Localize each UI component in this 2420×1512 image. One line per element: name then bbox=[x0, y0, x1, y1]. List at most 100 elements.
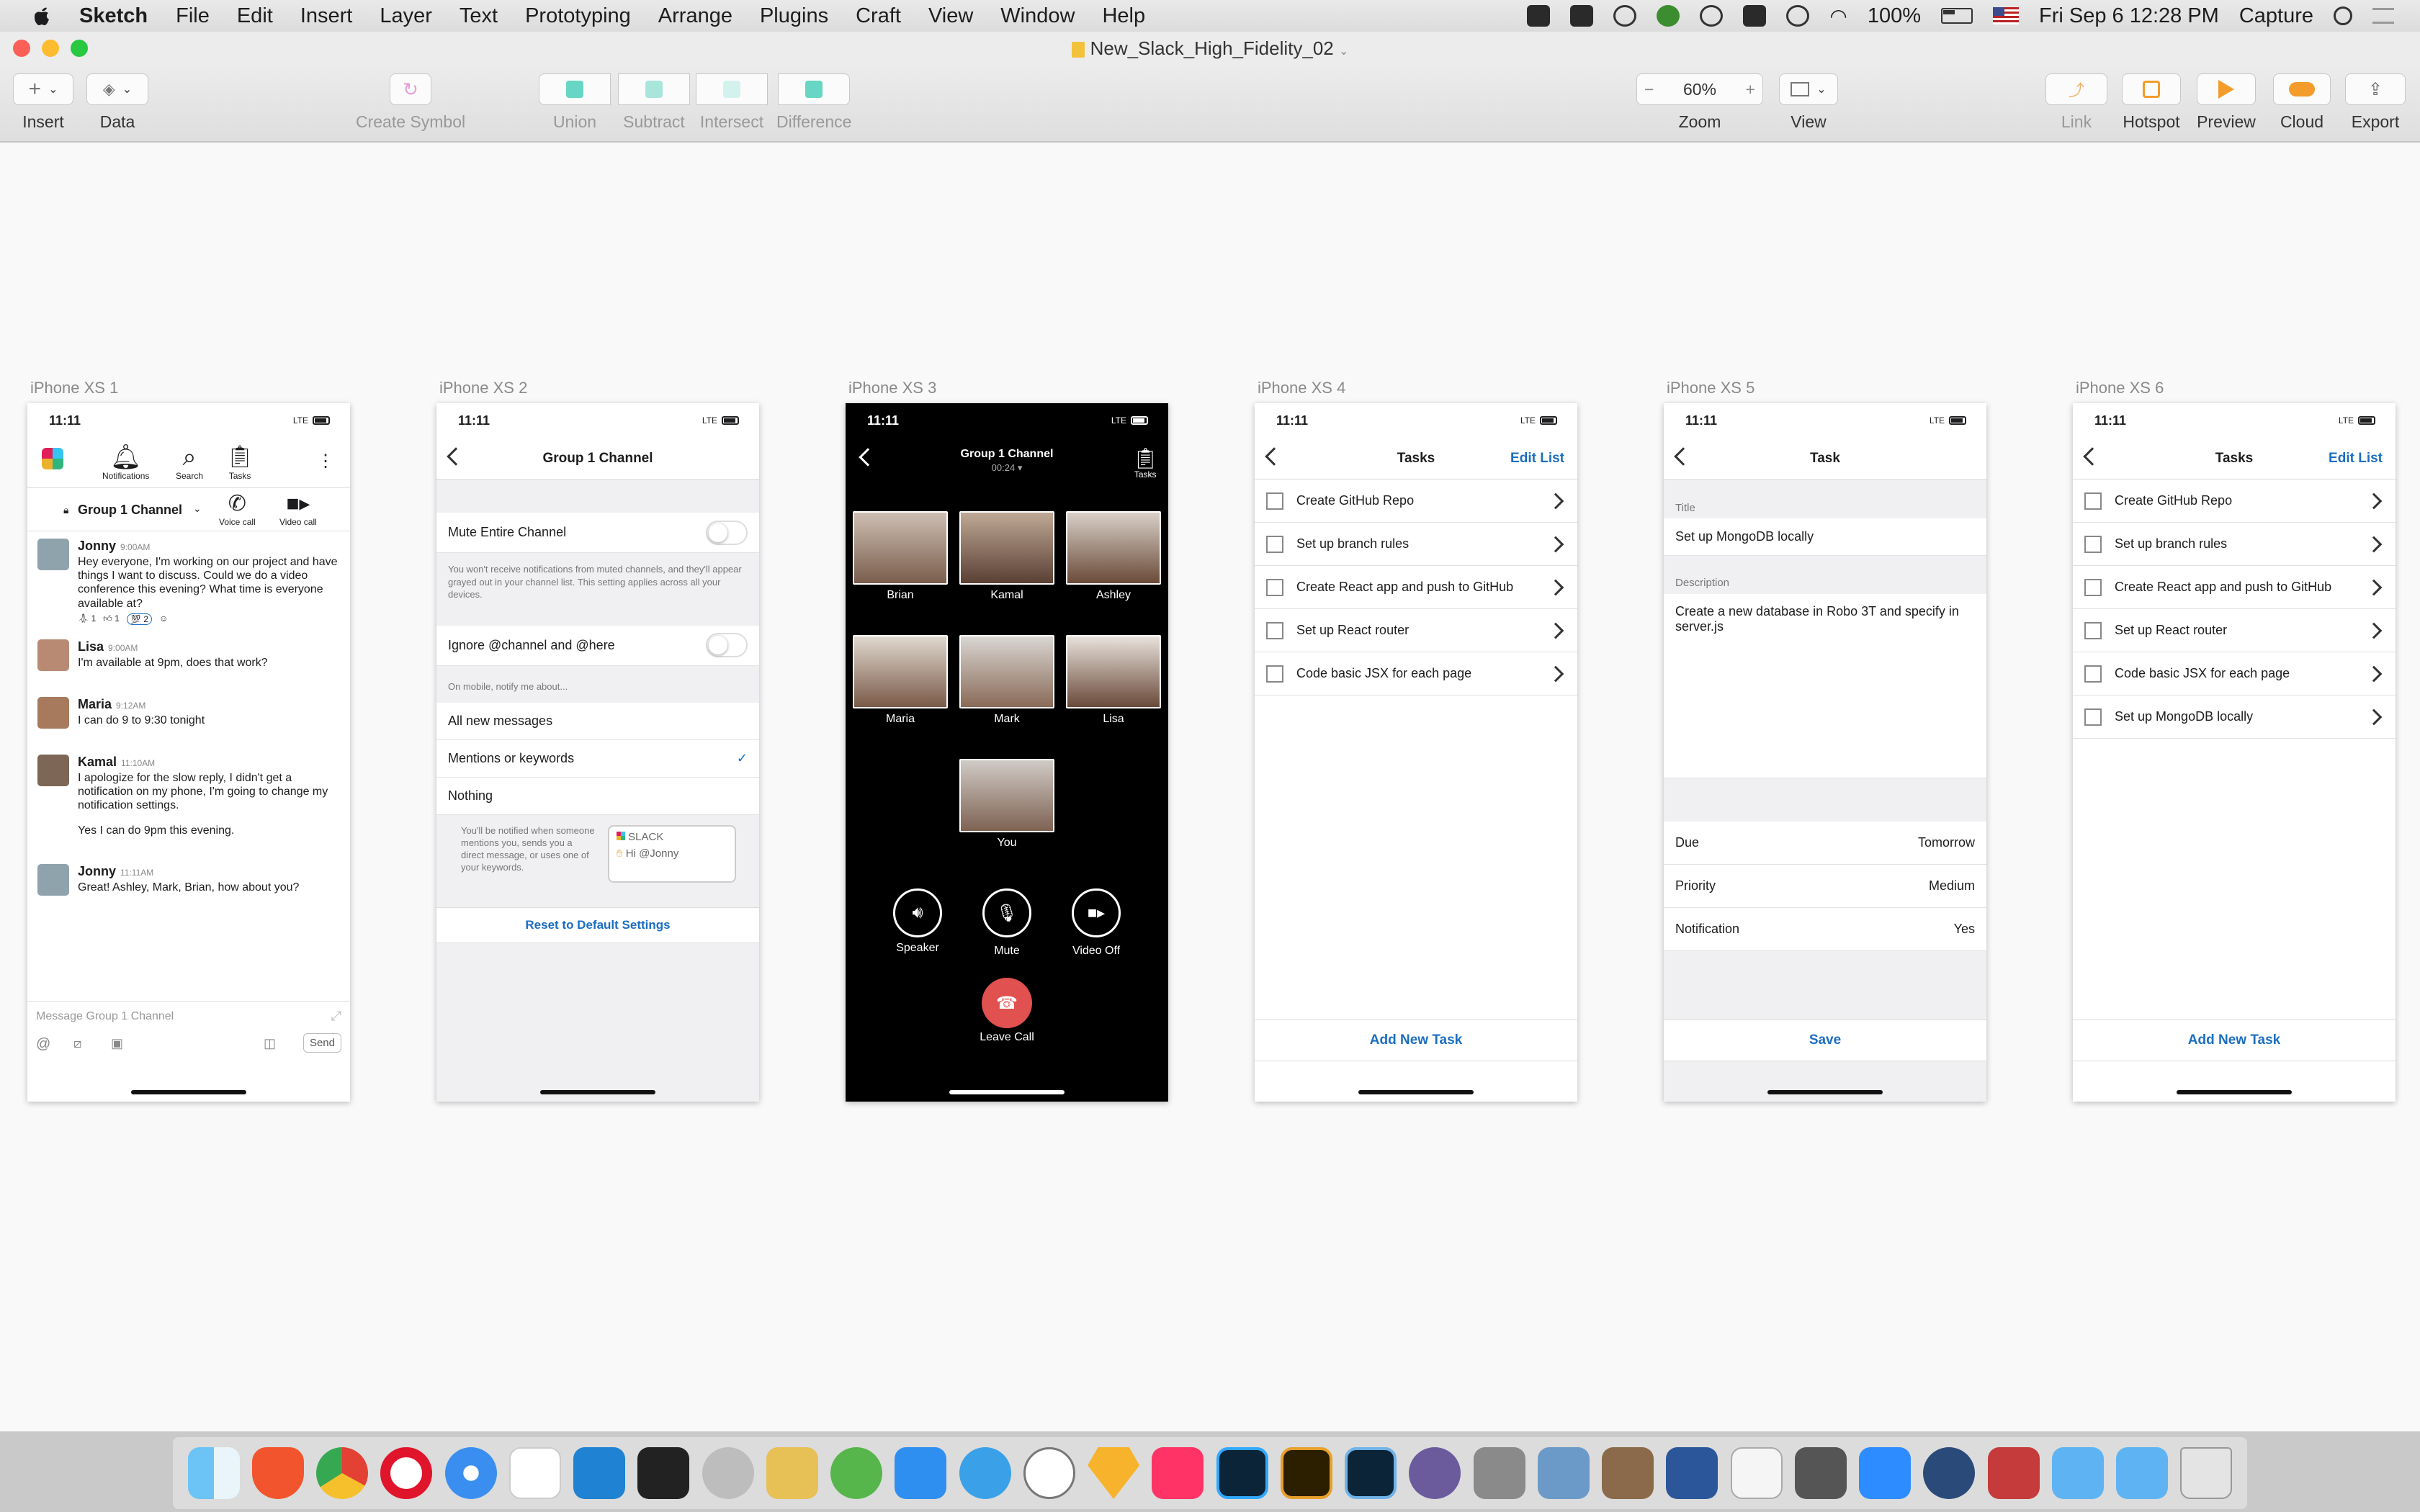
downloads-folder-icon[interactable] bbox=[2116, 1447, 2169, 1499]
call-tasks-button[interactable]: 📋︎ Tasks bbox=[1132, 448, 1158, 480]
message-author[interactable]: Kamal bbox=[78, 755, 117, 769]
menu-prototyping[interactable]: Prototyping bbox=[525, 4, 631, 28]
zoom-tool[interactable]: − 60% + Zoom bbox=[1636, 73, 1763, 132]
cloud-tool[interactable]: Cloud bbox=[2273, 73, 2331, 132]
zoom-out-icon[interactable]: − bbox=[1644, 80, 1654, 99]
artboard-label-1[interactable]: iPhone XS 1 bbox=[30, 379, 118, 397]
task-checkbox[interactable] bbox=[2084, 535, 2102, 553]
drive-status-icon[interactable] bbox=[1613, 5, 1637, 27]
message-author[interactable]: Jonny bbox=[78, 539, 116, 553]
artboard-task-detail[interactable]: 11:11 LTE Task Title Set up MongoDB local… bbox=[1664, 403, 1986, 1102]
reaction-chip[interactable]: 👍︎ 1 bbox=[103, 613, 120, 625]
union-tool[interactable]: Union bbox=[539, 73, 611, 132]
participant-video[interactable] bbox=[853, 635, 948, 708]
photo-app-icon[interactable] bbox=[1987, 1447, 2040, 1499]
participant-video[interactable] bbox=[1066, 511, 1161, 585]
task-row[interactable]: Set up branch rules bbox=[1255, 523, 1577, 566]
airplay-icon[interactable] bbox=[1743, 5, 1767, 27]
insert-tool[interactable]: + ⌄ Insert bbox=[13, 73, 73, 132]
task-checkbox[interactable] bbox=[2084, 708, 2102, 726]
task-checkbox[interactable] bbox=[2084, 665, 2102, 683]
terminal-icon[interactable] bbox=[637, 1447, 690, 1499]
send-button[interactable]: Send bbox=[302, 1033, 341, 1053]
artboard-notification-settings[interactable]: 11:11 LTE Group 1 Channel Mute Entire Cha… bbox=[436, 403, 759, 1102]
participant-video[interactable] bbox=[959, 511, 1054, 585]
more-icon[interactable]: ⋮ bbox=[317, 451, 334, 472]
word-icon[interactable] bbox=[1666, 1447, 1718, 1499]
title-field[interactable]: Set up MongoDB locally bbox=[1664, 518, 1986, 557]
description-field[interactable]: Create a new database in Robo 3T and spe… bbox=[1664, 593, 1986, 778]
menu-layer[interactable]: Layer bbox=[380, 4, 432, 28]
ignore-channel-row[interactable]: Ignore @channel and @here bbox=[436, 625, 759, 666]
trash-icon[interactable] bbox=[2180, 1447, 2233, 1499]
markdown-icon[interactable] bbox=[959, 1447, 1011, 1499]
message-author[interactable]: Jonny bbox=[78, 864, 116, 878]
message-author[interactable]: Lisa bbox=[78, 639, 104, 654]
voice-call-button[interactable]: ✆ Voice call bbox=[219, 491, 256, 527]
lightroom-icon[interactable] bbox=[1345, 1447, 1397, 1499]
wifi-icon[interactable]: ◠ bbox=[1829, 4, 1847, 28]
task-row[interactable]: Set up React router bbox=[2073, 609, 2396, 652]
apple-icon[interactable] bbox=[26, 0, 58, 32]
menu-plugins[interactable]: Plugins bbox=[760, 4, 828, 28]
video-off-button[interactable]: ■▸ bbox=[1072, 888, 1121, 937]
participant-video[interactable] bbox=[1066, 635, 1161, 708]
textedit-icon[interactable] bbox=[1730, 1447, 1783, 1499]
artboard-video-call[interactable]: 11:11 LTE Group 1 Channel 00:24 ▾ 📋︎ Tasks… bbox=[846, 403, 1168, 1102]
message-author[interactable]: Maria bbox=[78, 697, 112, 711]
artboard-chat[interactable]: 11:11 LTE 🔔︎ Notifications ⌕ Search 📋︎ Tasks… bbox=[27, 403, 350, 1102]
menu-arrange[interactable]: Arrange bbox=[658, 4, 732, 28]
screenshot-icon[interactable] bbox=[1473, 1447, 1525, 1499]
channel-name[interactable]: Group 1 Channel bbox=[78, 503, 182, 518]
task-row[interactable]: Set up React router bbox=[1255, 609, 1577, 652]
task-checkbox[interactable] bbox=[1266, 665, 1283, 683]
task-row[interactable]: Code basic JSX for each page bbox=[1255, 652, 1577, 696]
priority-row[interactable]: Priority Medium bbox=[1664, 864, 1986, 908]
applications-folder-icon[interactable] bbox=[2051, 1447, 2104, 1499]
clock-icon[interactable] bbox=[1023, 1447, 1075, 1499]
menu-file[interactable]: File bbox=[176, 4, 210, 28]
photoshop-icon[interactable] bbox=[1216, 1447, 1268, 1499]
menu-edit[interactable]: Edit bbox=[237, 4, 273, 28]
tab-search[interactable]: ⌕ Search bbox=[176, 444, 203, 481]
craft-status-icon[interactable] bbox=[1570, 5, 1594, 27]
tableplus-icon[interactable] bbox=[702, 1447, 754, 1499]
slack-logo-icon[interactable] bbox=[42, 448, 63, 469]
option-all-messages[interactable]: All new messages bbox=[436, 703, 759, 741]
leave-call-button[interactable]: ☎︎ bbox=[982, 978, 1032, 1028]
time-machine-icon[interactable] bbox=[1700, 5, 1724, 27]
chevron-down-icon[interactable]: ⌄ bbox=[1339, 45, 1348, 58]
add-reaction-icon[interactable]: ☺︎ bbox=[159, 613, 168, 625]
zoom-window-button[interactable] bbox=[71, 40, 88, 57]
view-tool[interactable]: ⌄ View bbox=[1779, 73, 1838, 132]
task-checkbox[interactable] bbox=[2084, 578, 2102, 596]
mute-toggle[interactable] bbox=[706, 520, 748, 545]
chevron-down-icon[interactable]: ⌄ bbox=[193, 503, 202, 515]
avatar[interactable] bbox=[37, 639, 69, 671]
create-symbol-tool[interactable]: ↻ Create Symbol bbox=[356, 73, 465, 132]
xcode-icon[interactable] bbox=[895, 1447, 947, 1499]
participant-video[interactable] bbox=[853, 511, 948, 585]
slack-icon[interactable] bbox=[508, 1447, 561, 1499]
finder-icon[interactable] bbox=[187, 1447, 240, 1499]
edit-list-button[interactable]: Edit List bbox=[1510, 451, 1564, 467]
vscode-icon[interactable] bbox=[573, 1447, 626, 1499]
intersect-tool[interactable]: Intersect bbox=[696, 73, 768, 132]
attachment-icon[interactable]: ▣ bbox=[111, 1036, 123, 1051]
add-task-button[interactable]: Add New Task bbox=[1255, 1020, 1577, 1061]
avatar[interactable] bbox=[37, 754, 69, 786]
reset-button[interactable]: Reset to Default Settings bbox=[436, 907, 759, 944]
speaker-button[interactable]: 🔊︎ bbox=[893, 888, 942, 937]
artboard-label-6[interactable]: iPhone XS 6 bbox=[2076, 379, 2164, 397]
task-row[interactable]: Create GitHub Repo bbox=[2073, 480, 2396, 523]
close-window-button[interactable] bbox=[13, 40, 30, 57]
opera-icon[interactable] bbox=[380, 1447, 433, 1499]
brave-icon[interactable] bbox=[251, 1447, 304, 1499]
zoom-status-icon[interactable] bbox=[1527, 5, 1551, 27]
task-row[interactable]: Code basic JSX for each page bbox=[2073, 652, 2396, 696]
bridge-icon[interactable] bbox=[1280, 1447, 1332, 1499]
preview-app-icon[interactable] bbox=[1537, 1447, 1590, 1499]
chrome-icon[interactable] bbox=[316, 1447, 369, 1499]
save-button[interactable]: Save bbox=[1664, 1020, 1986, 1061]
menu-insert[interactable]: Insert bbox=[300, 4, 353, 28]
